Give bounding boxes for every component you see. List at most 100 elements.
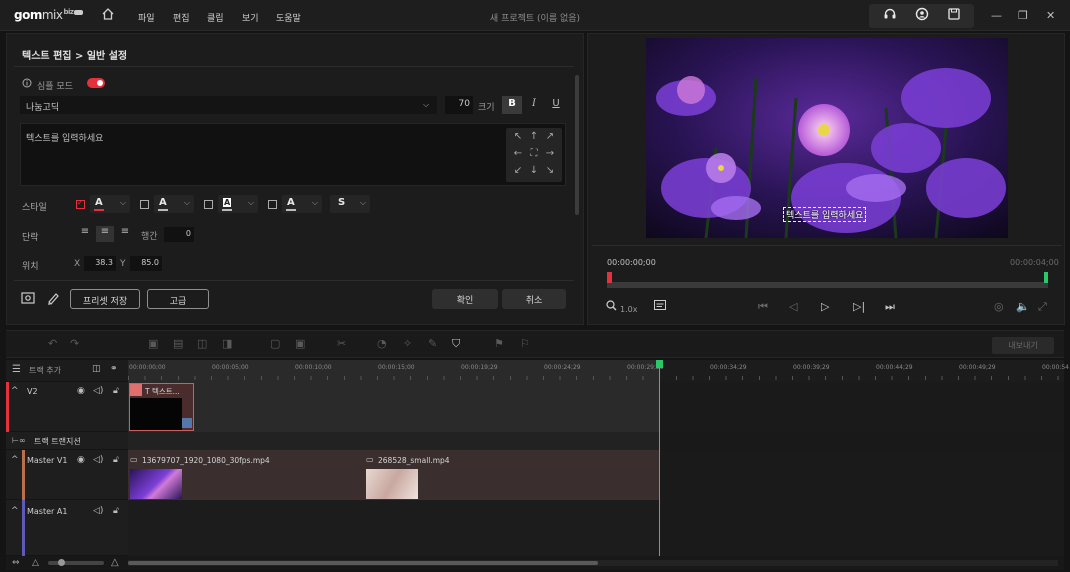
arrow-ne-icon[interactable]: ↗ [542,131,558,142]
line-spacing-input[interactable]: 0 [164,227,194,242]
advanced-button[interactable]: 고급 [147,289,209,309]
arrow-s-icon[interactable]: ↓ [526,165,542,176]
split-icon[interactable]: ◫ [197,337,207,350]
text-color-dropdown[interactable]: A ⌵ [90,195,130,213]
volume-icon[interactable]: 🔈 [1016,300,1030,313]
editor-scrollbar[interactable] [575,75,579,215]
font-select[interactable] [20,96,437,114]
marker-icon[interactable]: ⚑ [494,337,504,350]
shield-icon[interactable]: ⛉ [452,337,460,351]
insert-clip-icon[interactable]: ▣ [148,337,158,350]
expand-icon[interactable]: ⤢ [1038,300,1047,314]
video-clip-thumbnail[interactable] [130,469,182,499]
export-button[interactable]: 내보내기 [992,337,1054,354]
add-track-icon[interactable]: ☰ [12,364,21,375]
skip-end-icon[interactable]: ⏭ [885,300,895,314]
user-circle-icon[interactable] [915,7,929,25]
pos-y-input[interactable]: 85.0 [130,256,162,271]
align-center-icon[interactable]: ≡ [96,226,114,242]
skip-start-icon[interactable]: ⏮ [758,300,768,314]
save-preset-button[interactable]: 프리셋 저장 [70,289,140,309]
track-area-v2[interactable] [128,382,660,432]
arrow-n-icon[interactable]: ↑ [526,131,542,142]
snapshot-icon[interactable]: ◎ [994,300,1004,313]
save-icon[interactable] [947,7,961,25]
timeline-hscroll-thumb[interactable] [128,561,598,565]
merge-icon[interactable]: ◨ [222,337,232,350]
draw-icon[interactable]: ✎ [428,337,437,350]
effect-icon[interactable]: ✧ [403,337,412,350]
align-right-icon[interactable]: ≡ [116,226,134,242]
underline-button[interactable]: U [546,96,566,114]
arrow-nw-icon[interactable]: ↖ [510,131,526,142]
pen-icon[interactable] [46,291,60,308]
preview-image-icon[interactable] [21,292,35,307]
arrow-sw-icon[interactable]: ↙ [510,165,526,176]
cut-icon[interactable]: ✂ [337,337,346,350]
in-point-handle[interactable] [607,272,612,283]
split-track-icon[interactable]: ◫ [92,364,101,374]
bold-button[interactable]: B [502,96,522,114]
volume-icon[interactable]: ◁) [93,386,103,396]
restore-icon[interactable]: ❐ [1018,9,1028,22]
center-icon[interactable]: ⛶ [526,148,542,159]
pos-x-input[interactable]: 38.3 [84,256,116,271]
flag-icon[interactable]: ⚐ [520,337,530,350]
arrow-se-icon[interactable]: ↘ [542,165,558,176]
redo-icon[interactable]: ↷ [70,337,79,350]
eye-icon[interactable]: ◉ [77,386,85,396]
lock-icon[interactable]: 🔓︎ [113,506,119,516]
text-anchor-grid[interactable]: ↖ ↑ ↗ ← ⛶ → ↙ ↓ ↘ [506,128,562,182]
arrow-w-icon[interactable]: ← [510,148,526,159]
italic-button[interactable]: I [524,96,544,114]
edit-clip-icon[interactable] [182,418,192,428]
out-point-handle[interactable] [1044,272,1048,283]
outline-checkbox[interactable] [140,200,149,209]
minimize-icon[interactable]: — [991,9,1002,22]
track-area-transition[interactable] [128,432,660,450]
align-left-icon[interactable]: ≡ [76,226,94,242]
close-icon[interactable]: ✕ [1046,9,1055,22]
confirm-button[interactable]: 확인 [432,289,498,309]
playback-speed[interactable]: 1.0x [620,305,637,314]
text-effect-dropdown[interactable]: S ⌵ [330,195,370,213]
subtitle-icon[interactable] [654,300,666,313]
link-icon[interactable]: ⚭ [110,364,118,374]
collapse-icon[interactable]: ^ [11,455,19,465]
overwrite-icon[interactable]: ▤ [173,337,183,350]
shadow-dropdown[interactable]: A ⌵ [282,195,322,213]
background-checkbox[interactable] [204,200,213,209]
shadow-checkbox[interactable] [268,200,277,209]
preview-seekbar[interactable] [607,282,1048,288]
zoom-out-icon[interactable]: △ [32,558,39,568]
lock-icon[interactable]: 🔓︎ [113,386,119,396]
play-icon[interactable]: ▷ [821,300,829,313]
add-track-label[interactable]: 트랙 추가 [29,365,61,376]
font-size-input[interactable]: 70 [445,96,473,114]
zoom-icon[interactable] [606,300,617,314]
eye-icon[interactable]: ◉ [77,455,85,465]
zoom-in-icon[interactable]: △ [111,557,119,568]
lock-icon[interactable]: 🔓︎ [113,455,119,465]
frame-icon[interactable]: ▣ [295,337,305,350]
outline-dropdown[interactable]: A ⌵ [154,195,194,213]
next-frame-icon[interactable]: ▷| [853,300,865,313]
speed-icon[interactable]: ◔ [377,337,387,350]
timeline-empty-area[interactable] [660,382,1064,556]
media-icon[interactable]: ▢ [270,337,280,350]
arrow-e-icon[interactable]: → [542,148,558,159]
track-area-a1[interactable] [128,500,660,556]
headset-icon[interactable] [883,7,897,25]
zoom-slider-handle[interactable] [58,559,65,566]
subtitle-overlay[interactable]: 텍스트를 입력하세요 [783,207,867,222]
zoom-slider[interactable] [48,561,104,565]
text-color-checkbox[interactable] [76,198,85,209]
background-dropdown[interactable]: A ⌵ [218,195,258,213]
playhead[interactable] [659,360,660,556]
volume-icon[interactable]: ◁) [93,455,103,465]
collapse-icon[interactable]: ^ [11,386,19,396]
simple-mode-toggle[interactable] [87,78,105,88]
prev-frame-icon[interactable]: ◁ [789,300,797,313]
undo-icon[interactable]: ↶ [48,337,57,350]
volume-icon[interactable]: ◁) [93,506,103,516]
